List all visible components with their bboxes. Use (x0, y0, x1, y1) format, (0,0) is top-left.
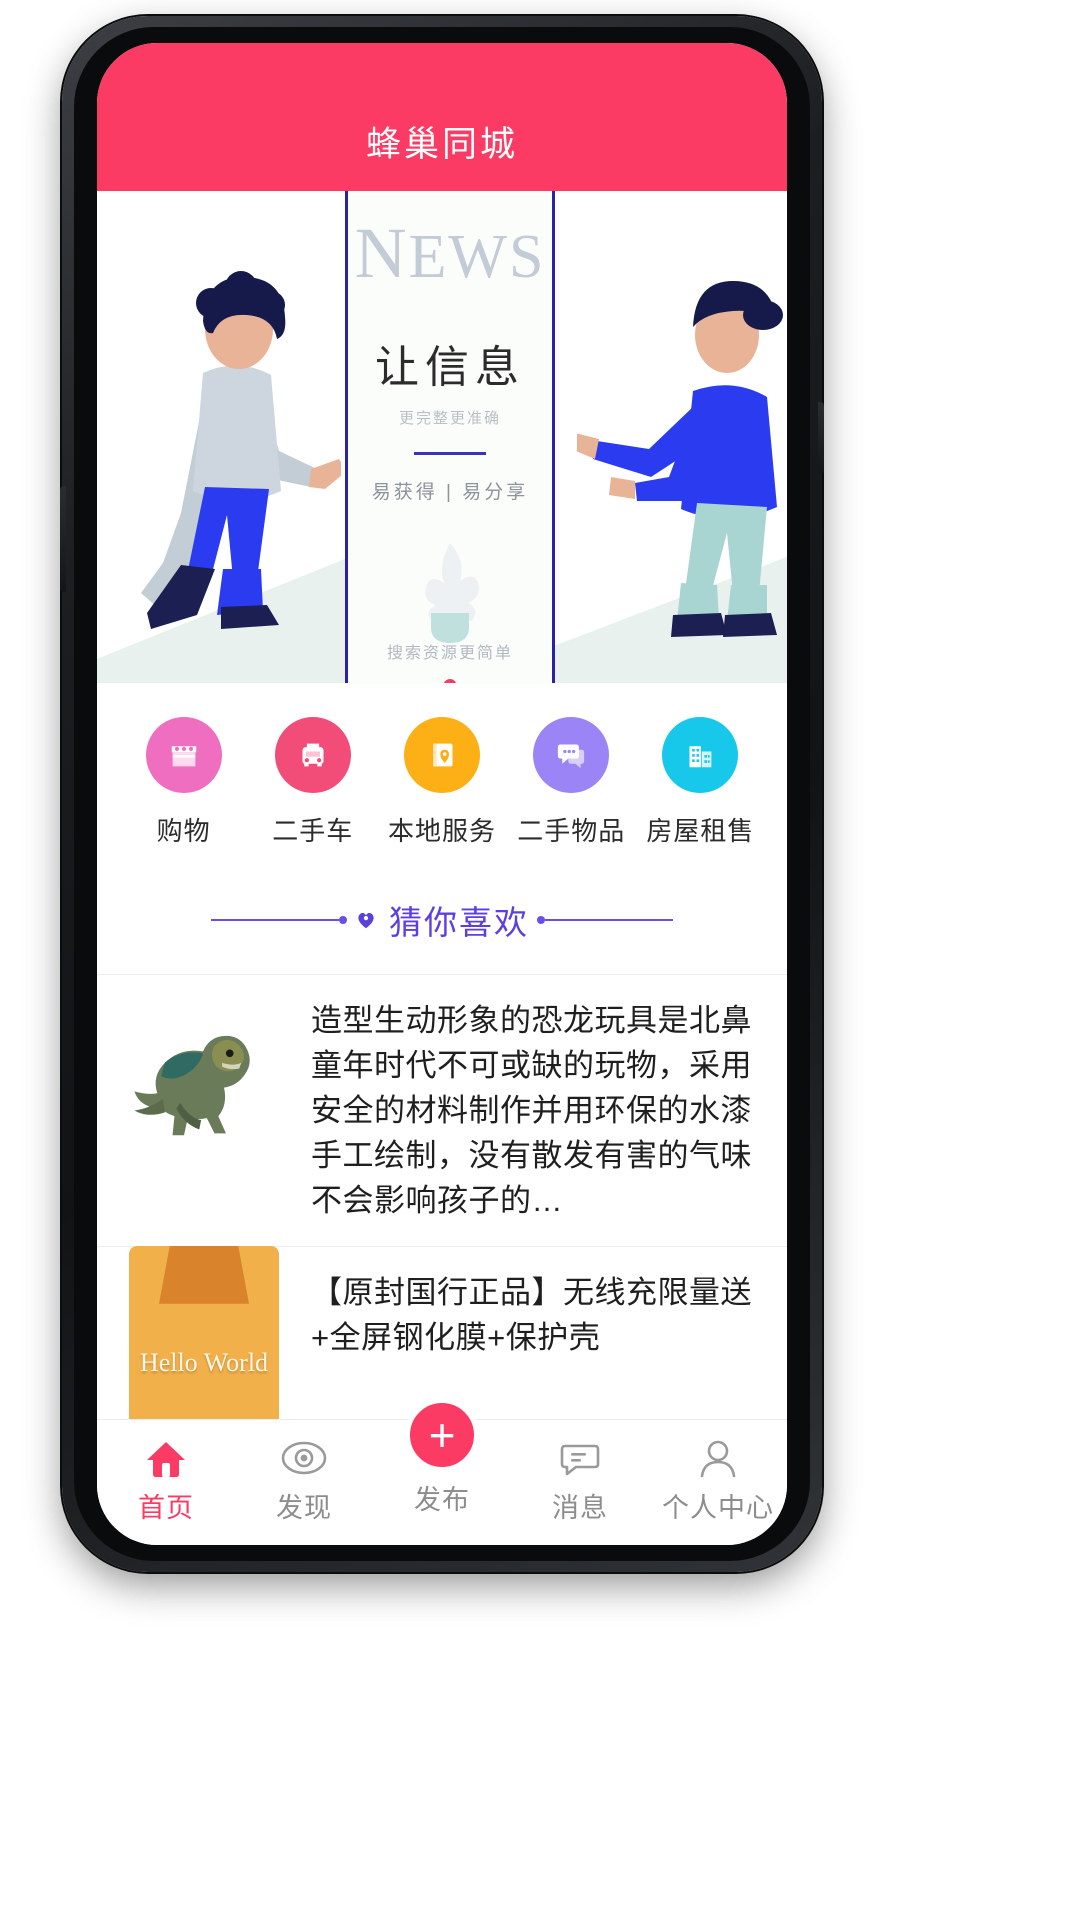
list-item-text: 造型生动形象的恐龙玩具是北鼻童年时代不可或缺的玩物，采用安全的材料制作并用环保的… (311, 1003, 752, 1218)
banner-carousel[interactable]: NEWS 让信息 更完整更准确 易获得 | 易分享 搜索资源更简单 (97, 191, 787, 683)
category-label: 二手物品 (517, 816, 626, 846)
category-item-used-goods[interactable]: 二手物品 (507, 717, 636, 848)
page-title: 蜂巢同城 (365, 125, 518, 164)
bottom-navigation: 首页 发现 + 发布 消息 个人中心 (97, 1398, 787, 1545)
category-label: 房屋租售 (646, 816, 755, 846)
home-icon (97, 1432, 235, 1484)
banner-footer-text: 搜索资源更简单 (386, 645, 513, 662)
app-screen: 蜂巢同城 NEWS 让信息 更完整更准确 易获得 | 易分享 搜索资源更简单 购… (97, 43, 787, 1545)
category-label: 购物 (156, 816, 211, 846)
tab-profile[interactable]: 个人中心 (649, 1432, 787, 1525)
tab-label: 个人中心 (662, 1493, 774, 1523)
banner-right-illustration (555, 191, 787, 683)
section-title: 猜你喜欢 (389, 904, 529, 941)
carousel-dot[interactable] (443, 679, 457, 683)
tab-discover[interactable]: 发现 (235, 1432, 373, 1525)
tab-label: 消息 (552, 1493, 608, 1523)
banner-rule (414, 452, 486, 455)
banner-tagline: 易获得 | 易分享 (371, 482, 529, 503)
tab-publish[interactable]: + 发布 (373, 1398, 511, 1517)
shop-icon (145, 717, 222, 793)
standing-woman-illustration (577, 281, 783, 637)
tab-label: 发现 (276, 1493, 332, 1523)
dinosaur-toy-image (123, 995, 285, 1163)
placeholder-label: Hello World (139, 1347, 269, 1377)
app-header: 蜂巢同城 (97, 43, 787, 191)
plus-icon[interactable]: + (405, 1398, 479, 1472)
banner-left-illustration (97, 191, 345, 683)
category-item-shopping[interactable]: 购物 (119, 717, 248, 848)
category-grid: 购物 二手车 本地服务 二手物品 房屋租售 (97, 683, 787, 874)
plant-illustration (425, 543, 479, 643)
book-pin-icon (404, 717, 480, 793)
divider-line-right (537, 916, 673, 924)
person-icon (649, 1432, 787, 1484)
category-label: 二手车 (272, 816, 354, 846)
volume-button[interactable] (60, 486, 66, 592)
tab-label: 首页 (138, 1493, 194, 1523)
compass-icon (235, 1432, 373, 1484)
category-label: 本地服务 (388, 816, 497, 846)
banner-subtitle: 更完整更准确 (398, 410, 501, 427)
recommend-feed: 造型生动形象的恐龙玩具是北鼻童年时代不可或缺的玩物，采用安全的材料制作并用环保的… (97, 974, 787, 1457)
message-icon (511, 1432, 649, 1484)
screenshot-stage: 蜂巢同城 NEWS 让信息 更完整更准确 易获得 | 易分享 搜索资源更简单 购… (0, 0, 1080, 1920)
banner-headline: 让信息 (375, 343, 525, 392)
walking-man-illustration (141, 271, 341, 629)
list-item-text: 【原封国行正品】无线充限量送+全屏钢化膜+保护壳 (311, 1274, 752, 1355)
banner-news-word: NEWS (354, 213, 546, 293)
category-item-local-service[interactable]: 本地服务 (377, 717, 506, 848)
category-item-used-car[interactable]: 二手车 (248, 717, 377, 848)
section-header-recommend: 猜你喜欢 (97, 874, 787, 974)
chat-icon (533, 717, 610, 793)
power-button[interactable] (818, 402, 824, 474)
category-item-housing[interactable]: 房屋租售 (636, 717, 765, 848)
banner-center-panel: NEWS 让信息 更完整更准确 易获得 | 易分享 搜索资源更简单 (345, 191, 555, 683)
car-icon (274, 717, 351, 793)
building-icon (662, 717, 739, 793)
tab-label: 发布 (414, 1485, 470, 1515)
tab-home[interactable]: 首页 (97, 1432, 235, 1525)
divider-line-left (211, 916, 347, 924)
list-item[interactable]: 造型生动形象的恐龙玩具是北鼻童年时代不可或缺的玩物，采用安全的材料制作并用环保的… (97, 974, 787, 1246)
heart-icon (358, 912, 374, 929)
tab-messages[interactable]: 消息 (511, 1432, 649, 1525)
placeholder-flap (159, 1245, 249, 1304)
hello-world-placeholder: Hello World (123, 1245, 285, 1456)
